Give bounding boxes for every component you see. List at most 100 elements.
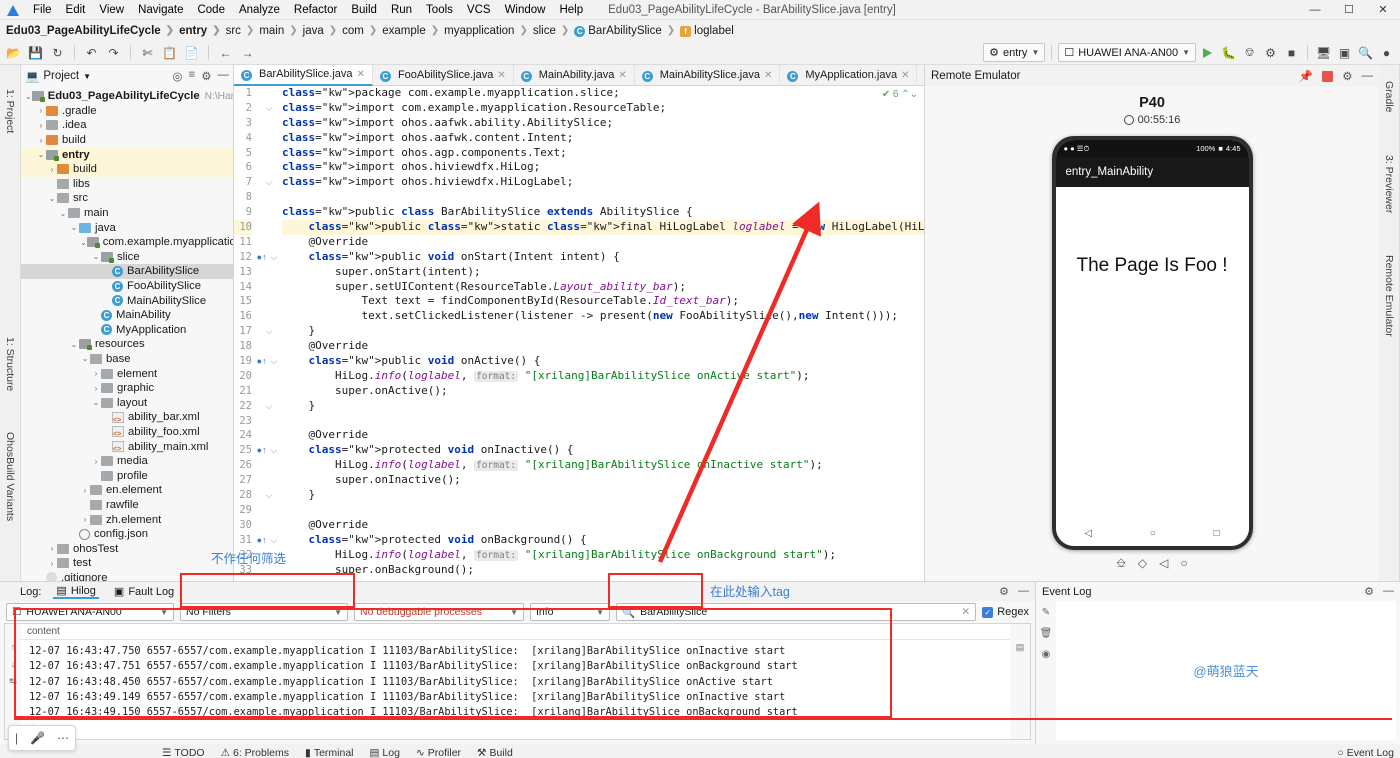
code-line[interactable]: @Override (282, 339, 924, 354)
tool-profiler[interactable]: ∿ Profiler (416, 747, 461, 758)
paste-icon[interactable]: 📄 (182, 43, 201, 62)
debug-icon[interactable]: 🐛 (1219, 43, 1238, 62)
code-line[interactable]: class="kw">import ohos.hiviewdfx.HiLog; (282, 160, 924, 175)
tree-expander-icon[interactable]: ⌄ (80, 238, 87, 247)
code-line[interactable]: } (282, 324, 924, 339)
log-row[interactable]: 12-07 16:43:49.150 6557-6557/com.example… (29, 705, 1010, 720)
breadcrumb-item-slice[interactable]: slice ❯ (533, 25, 574, 37)
code-line[interactable]: @Override (282, 518, 924, 533)
code-line[interactable]: class="kw">protected void onInactive() { (282, 443, 924, 458)
tree-expander-icon[interactable]: ⌄ (36, 150, 46, 159)
copy-icon[interactable]: 📋 (160, 43, 179, 62)
voice-input-widget[interactable]: | 🎤 ⋯ (8, 725, 76, 751)
filters-dropdown[interactable]: No Filters ▼ (180, 603, 348, 621)
menu-help[interactable]: Help (552, 2, 590, 18)
implements-marker-icon[interactable]: ●↑ ⌵ (256, 533, 278, 548)
close-button[interactable]: ✕ (1366, 0, 1400, 20)
tool-build[interactable]: ⚒ Build (477, 747, 513, 758)
code-line[interactable]: class="kw">import ohos.hiviewdfx.HiLogLa… (282, 175, 924, 190)
close-icon[interactable]: ✕ (357, 69, 365, 80)
code-line[interactable]: class="kw">import ohos.aafwk.content.Int… (282, 131, 924, 146)
implements-marker-icon[interactable]: ●↑ ⌵ (256, 443, 278, 458)
tree-node[interactable]: ⌄ resources (21, 337, 233, 352)
run-icon[interactable] (1198, 43, 1217, 62)
tree-node[interactable]: › element (21, 366, 233, 381)
code-line[interactable]: class="kw">public class BarAbilitySlice … (282, 205, 924, 220)
tree-expander-icon[interactable]: ⌄ (58, 209, 68, 218)
editor-tab[interactable]: C MainAbility.java ✕ (514, 64, 635, 86)
soft-wrap-icon[interactable]: ↹ (9, 676, 17, 687)
menu-code[interactable]: Code (190, 2, 232, 18)
tree-node[interactable]: .gitignore (21, 571, 233, 581)
tree-expander-icon[interactable]: › (91, 384, 101, 393)
fold-marker-icon[interactable]: ⌵ (256, 399, 278, 414)
close-icon[interactable]: ✕ (497, 70, 505, 81)
tree-expander-icon[interactable]: › (36, 106, 46, 115)
code-line[interactable]: Text text = findComponentById(ResourceTa… (282, 294, 924, 309)
device-selector[interactable]: ☐ HUAWEI ANA-AN00 ▼ (1058, 43, 1196, 62)
log-row[interactable]: 12-07 16:43:47.750 6557-6557/com.example… (29, 644, 1010, 659)
breadcrumb-item-src[interactable]: src ❯ (226, 25, 260, 37)
tree-expander-icon[interactable]: ⌄ (25, 92, 32, 101)
code-line[interactable]: super.onActive(); (282, 384, 924, 399)
menu-analyze[interactable]: Analyze (232, 2, 287, 18)
back-triangle-icon[interactable]: ◁ (1084, 528, 1092, 539)
pin-icon[interactable]: 📌 (1299, 69, 1313, 83)
tree-expander-icon[interactable]: ⌄ (47, 194, 57, 203)
editor-tab[interactable]: C MainAbilitySlice.java ✕ (635, 64, 781, 86)
tree-node[interactable]: ability_main.xml (21, 439, 233, 454)
log-row[interactable]: 12-07 16:43:49.149 6557-6557/com.example… (29, 690, 1010, 705)
code-line[interactable] (282, 503, 924, 518)
recent-square-icon[interactable]: □ (1214, 528, 1220, 539)
level-dropdown[interactable]: Info ▼ (530, 603, 610, 621)
menu-refactor[interactable]: Refactor (287, 2, 344, 18)
breadcrumb-item-main[interactable]: main ❯ (259, 25, 302, 37)
close-icon[interactable]: ✕ (901, 70, 909, 81)
home-circle-icon[interactable]: ○ (1150, 528, 1156, 539)
clear-search-icon[interactable]: ✕ (961, 606, 970, 618)
device-dropdown[interactable]: ☐ HUAWEI ANA-AN00 ▼ (6, 603, 174, 621)
scroll-up-icon[interactable]: ↑ (11, 642, 16, 652)
close-icon[interactable]: ✕ (618, 70, 626, 81)
tree-node[interactable]: ability_foo.xml (21, 425, 233, 440)
gear-icon[interactable]: ⚙ (1364, 585, 1374, 598)
menu-build[interactable]: Build (344, 2, 384, 18)
tree-expander-icon[interactable]: › (36, 121, 46, 130)
forward-nav-icon[interactable]: → (238, 43, 257, 62)
tree-expander-icon[interactable]: › (80, 515, 90, 524)
account-icon[interactable]: ● (1377, 43, 1396, 62)
phone-content[interactable]: The Page Is Foo ! (1055, 187, 1249, 520)
gear-icon[interactable]: ⚙ (999, 585, 1009, 598)
menu-navigate[interactable]: Navigate (131, 2, 190, 18)
edit-icon[interactable]: ✎ (1042, 607, 1050, 618)
tab-hilog[interactable]: ▤ Hilog (53, 584, 99, 599)
code-line[interactable]: } (282, 399, 924, 414)
code-line[interactable]: } (282, 488, 924, 503)
tree-node[interactable]: C MyApplication (21, 323, 233, 338)
log-search-input[interactable]: BarAbilitySlice (640, 606, 707, 618)
menu-run[interactable]: Run (384, 2, 419, 18)
tree-node[interactable]: ⌄ Edu03_PageAbilityLifeCycle N:\HarmonyOS\… (21, 89, 233, 104)
implements-marker-icon[interactable]: ●↑ ⌵ (256, 354, 278, 369)
tree-expander-icon[interactable]: ⌄ (69, 223, 79, 232)
tab-fault-log[interactable]: ▣ Fault Log (111, 585, 177, 599)
tree-node[interactable]: ⌄ layout (21, 395, 233, 410)
tool-todo[interactable]: ☰ TODO (162, 747, 205, 758)
breadcrumb-item-project[interactable]: Edu03_PageAbilityLifeCycle ❯ (6, 25, 179, 37)
log-lines[interactable]: 12-07 16:43:47.750 6557-6557/com.example… (21, 640, 1010, 739)
back-icon[interactable]: ◁ (1159, 556, 1168, 571)
project-tree[interactable]: ⌄ Edu03_PageAbilityLifeCycle N:\HarmonyOS\… (21, 87, 233, 581)
tree-node[interactable]: ⌄ java (21, 220, 233, 235)
tree-node[interactable]: ⌄ main (21, 206, 233, 221)
attach-debugger-icon[interactable]: ⎊ (1240, 43, 1259, 62)
log-row[interactable]: 12-07 16:43:48.450 6557-6557/com.example… (29, 675, 1010, 690)
breadcrumb-item-class[interactable]: C BarAbilitySlice ❯ (574, 25, 680, 37)
tree-expander-icon[interactable]: › (36, 136, 46, 145)
tree-node[interactable]: ⌄ src (21, 191, 233, 206)
code-line[interactable]: class="kw">import ohos.agp.components.Te… (282, 146, 924, 161)
redo-icon[interactable]: ↷ (104, 43, 123, 62)
log-row[interactable]: 12-07 16:43:47.751 6557-6557/com.example… (29, 659, 1010, 674)
breadcrumb-item-myapplication[interactable]: myapplication ❯ (444, 25, 533, 37)
tree-node[interactable]: › test (21, 556, 233, 571)
tree-expander-icon[interactable]: › (47, 544, 57, 553)
